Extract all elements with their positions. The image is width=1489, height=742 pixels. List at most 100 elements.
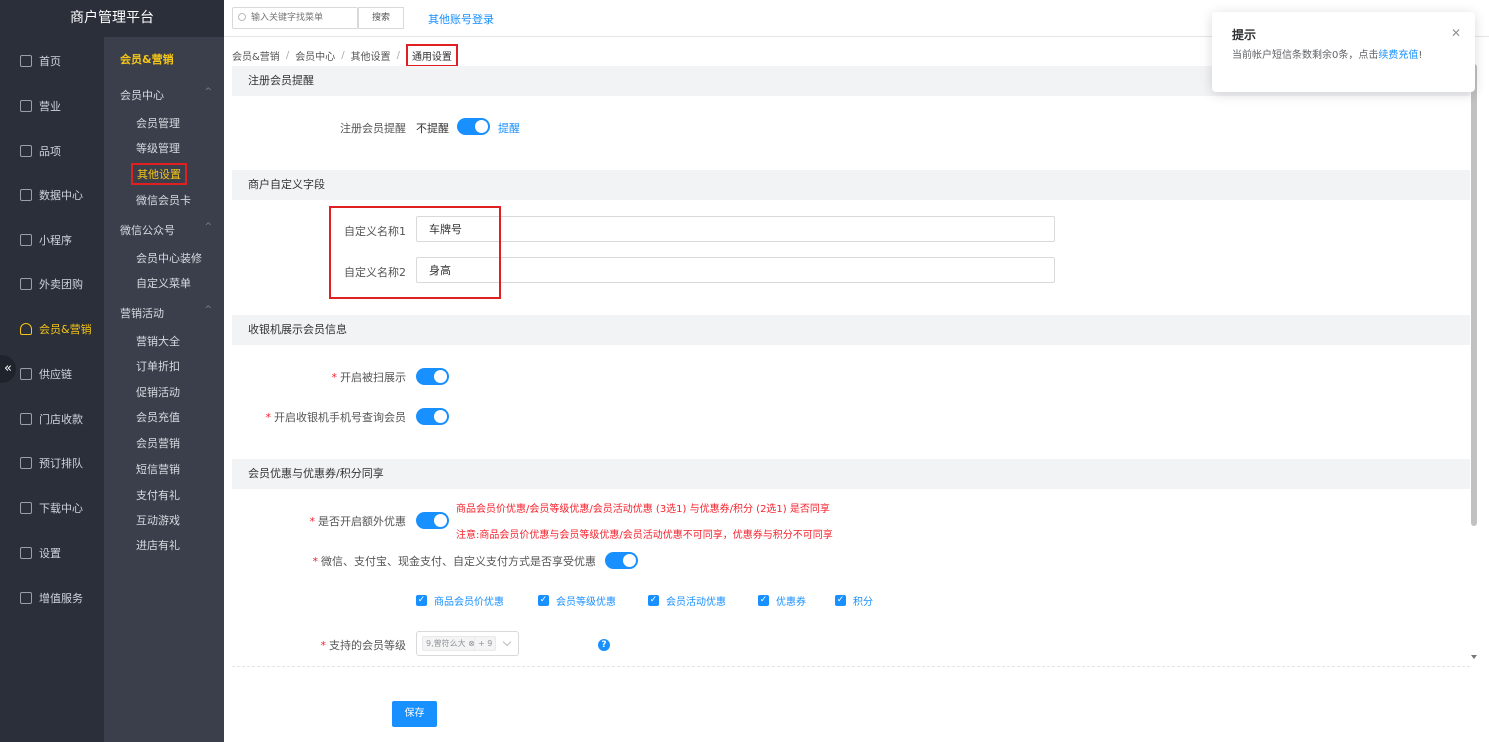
nav-label: 会员&营销	[39, 323, 92, 336]
register-reminder-switch[interactable]	[457, 118, 490, 135]
check-icon: ✓	[648, 595, 659, 606]
label-text: 是否开启额外优惠	[318, 515, 406, 528]
nav-item-data-center[interactable]: 数据中心	[0, 180, 104, 210]
nav-label: 小程序	[39, 234, 72, 247]
label-text: 微信、支付宝、现金支付、自定义支付方式是否享受优惠	[321, 555, 596, 568]
nav-item-home[interactable]: 首页	[0, 46, 104, 76]
nav-label: 供应链	[39, 368, 72, 381]
wallet-icon	[20, 413, 32, 425]
nav-label: 营业	[39, 100, 61, 113]
sub-nav-item-wechat-card[interactable]: 微信会员卡	[136, 192, 191, 208]
sub-nav-group-wechat[interactable]: 微信公众号 ^	[120, 222, 212, 238]
nav-item-products[interactable]: 品项	[0, 136, 104, 166]
nav-item-supply-chain[interactable]: 供应链	[0, 359, 104, 389]
payment-discount-switch[interactable]	[605, 552, 638, 569]
sub-nav-item-other-settings[interactable]: 其他设置	[131, 163, 187, 185]
check-icon: ✓	[416, 595, 427, 606]
label-text: 支持的会员等级	[329, 639, 406, 652]
checkbox-points[interactable]: ✓ 积分	[835, 593, 873, 608]
section-header-discount-share: 会员优惠与优惠券/积分同享	[232, 459, 1470, 489]
nav-item-settings[interactable]: 设置	[0, 538, 104, 568]
renew-link[interactable]: 续费充值	[1378, 50, 1418, 61]
checkbox-product-member-price[interactable]: ✓ 商品会员价优惠	[416, 593, 504, 608]
sub-nav-item-store-gift[interactable]: 进店有礼	[136, 537, 180, 553]
other-account-login-link[interactable]: 其他账号登录	[428, 11, 494, 27]
scroll-down-arrow[interactable]	[1471, 655, 1477, 659]
checkbox-label: 会员活动优惠	[666, 597, 726, 608]
nav-item-member-marketing[interactable]: 会员&营销	[0, 314, 104, 344]
breadcrumb-separator: /	[341, 50, 345, 61]
divider	[232, 666, 1470, 667]
custom-field1-input[interactable]	[416, 216, 1055, 242]
group-icon	[20, 278, 32, 290]
search-button[interactable]: 搜索	[358, 7, 404, 29]
sub-nav-item-promotion[interactable]: 促销活动	[136, 384, 180, 400]
nav-item-miniprogram[interactable]: 小程序	[0, 225, 104, 255]
nav-label: 首页	[39, 55, 61, 68]
breadcrumb-item[interactable]: 会员&营销	[232, 48, 280, 63]
gift-icon	[20, 592, 32, 604]
breadcrumb-separator: /	[285, 50, 290, 61]
sub-nav-item-member-marketing[interactable]: 会员营销	[136, 435, 180, 451]
breadcrumb-separator: /	[396, 50, 400, 61]
label-text: 开启被扫展示	[340, 371, 406, 384]
phone-query-switch[interactable]	[416, 408, 449, 425]
required-mark: *	[320, 639, 327, 652]
sub-nav: 会员&营销 会员中心 ^ 会员管理 等级管理 其他设置 微信会员卡 微信公众号 ^ …	[104, 0, 224, 742]
sub-nav-item-level-manage[interactable]: 等级管理	[136, 140, 180, 156]
notification-toast: 提示 ✕ 当前帐户短信条数剩余0条，点击续费充值!	[1212, 12, 1475, 92]
chevron-down-icon	[502, 637, 512, 647]
sub-nav-item-member-manage[interactable]: 会员管理	[136, 115, 180, 131]
nav-item-store-payment[interactable]: 门店收款	[0, 404, 104, 434]
tag-text: 9,曾符么大	[426, 639, 466, 648]
close-icon[interactable]: ✕	[1451, 26, 1461, 40]
sub-nav-item-sms[interactable]: 短信营销	[136, 461, 180, 477]
section-header-cashier: 收银机展示会员信息	[232, 315, 1470, 345]
scrollbar[interactable]	[1471, 64, 1477, 526]
nav-item-value-added[interactable]: 增值服务	[0, 583, 104, 613]
checkbox-label: 商品会员价优惠	[434, 597, 504, 608]
checkbox-member-level[interactable]: ✓ 会员等级优惠	[538, 593, 616, 608]
extra-discount-switch[interactable]	[416, 512, 449, 529]
sub-nav-group-member-center[interactable]: 会员中心 ^	[120, 87, 212, 103]
breadcrumb-item[interactable]: 会员中心	[295, 48, 335, 63]
checkbox-label: 会员等级优惠	[556, 597, 616, 608]
nav-item-reservation[interactable]: 预订排队	[0, 448, 104, 478]
breadcrumb: 会员&营销 / 会员中心 / 其他设置 / 通用设置	[232, 44, 458, 67]
sub-nav-item-decorate[interactable]: 会员中心装修	[136, 250, 202, 266]
section-header-custom-fields: 商户自定义字段	[232, 170, 1470, 200]
checkbox-member-activity[interactable]: ✓ 会员活动优惠	[648, 593, 726, 608]
member-level-select[interactable]: 9,曾符么大 ⊗ + 9	[416, 631, 519, 656]
required-mark: *	[265, 411, 272, 424]
sub-nav-item-custom-menu[interactable]: 自定义菜单	[136, 275, 191, 291]
save-button[interactable]: 保存	[392, 701, 437, 727]
nav-label: 设置	[39, 547, 61, 560]
sub-nav-item-order-discount[interactable]: 订单折扣	[136, 358, 180, 374]
scan-display-label: * 开启被扫展示	[232, 369, 407, 385]
level-tag[interactable]: 9,曾符么大 ⊗	[422, 636, 479, 651]
register-reminder-label: 注册会员提醒	[340, 122, 406, 135]
nav-item-download[interactable]: 下载中心	[0, 493, 104, 523]
nav-item-business[interactable]: 营业	[0, 91, 104, 121]
sub-nav-item-game[interactable]: 互动游戏	[136, 512, 180, 528]
sub-nav-item-recharge[interactable]: 会员充值	[136, 409, 180, 425]
custom-field2-input[interactable]	[416, 257, 1055, 283]
sub-nav-item-marketing-all[interactable]: 营销大全	[136, 333, 180, 349]
breadcrumb-item[interactable]: 其他设置	[351, 48, 391, 63]
sub-nav-item-pay-gift[interactable]: 支付有礼	[136, 487, 180, 503]
check-icon: ✓	[538, 595, 549, 606]
member-level-label: * 支持的会员等级	[232, 637, 407, 653]
share-rule-warning: 商品会员价优惠/会员等级优惠/会员活动优惠 (3选1) 与优惠券/积分 (2选1…	[456, 504, 830, 515]
user-icon	[20, 323, 32, 335]
share-rule-note: 注意:商品会员价优惠与会员等级优惠/会员活动优惠不可同享，优惠券与积分不可同享	[456, 530, 833, 541]
menu-search-input[interactable]	[232, 7, 358, 29]
scan-display-switch[interactable]	[416, 368, 449, 385]
sub-nav-group-marketing[interactable]: 营销活动 ^	[120, 305, 212, 321]
extra-discount-label: * 是否开启额外优惠	[232, 513, 407, 529]
nav-item-takeout[interactable]: 外卖团购	[0, 269, 104, 299]
nav-label: 下载中心	[39, 502, 83, 515]
nav-label: 增值服务	[39, 592, 83, 605]
share-icon	[20, 189, 32, 201]
help-icon[interactable]: ?	[598, 639, 610, 651]
checkbox-coupon[interactable]: ✓ 优惠券	[758, 593, 806, 608]
